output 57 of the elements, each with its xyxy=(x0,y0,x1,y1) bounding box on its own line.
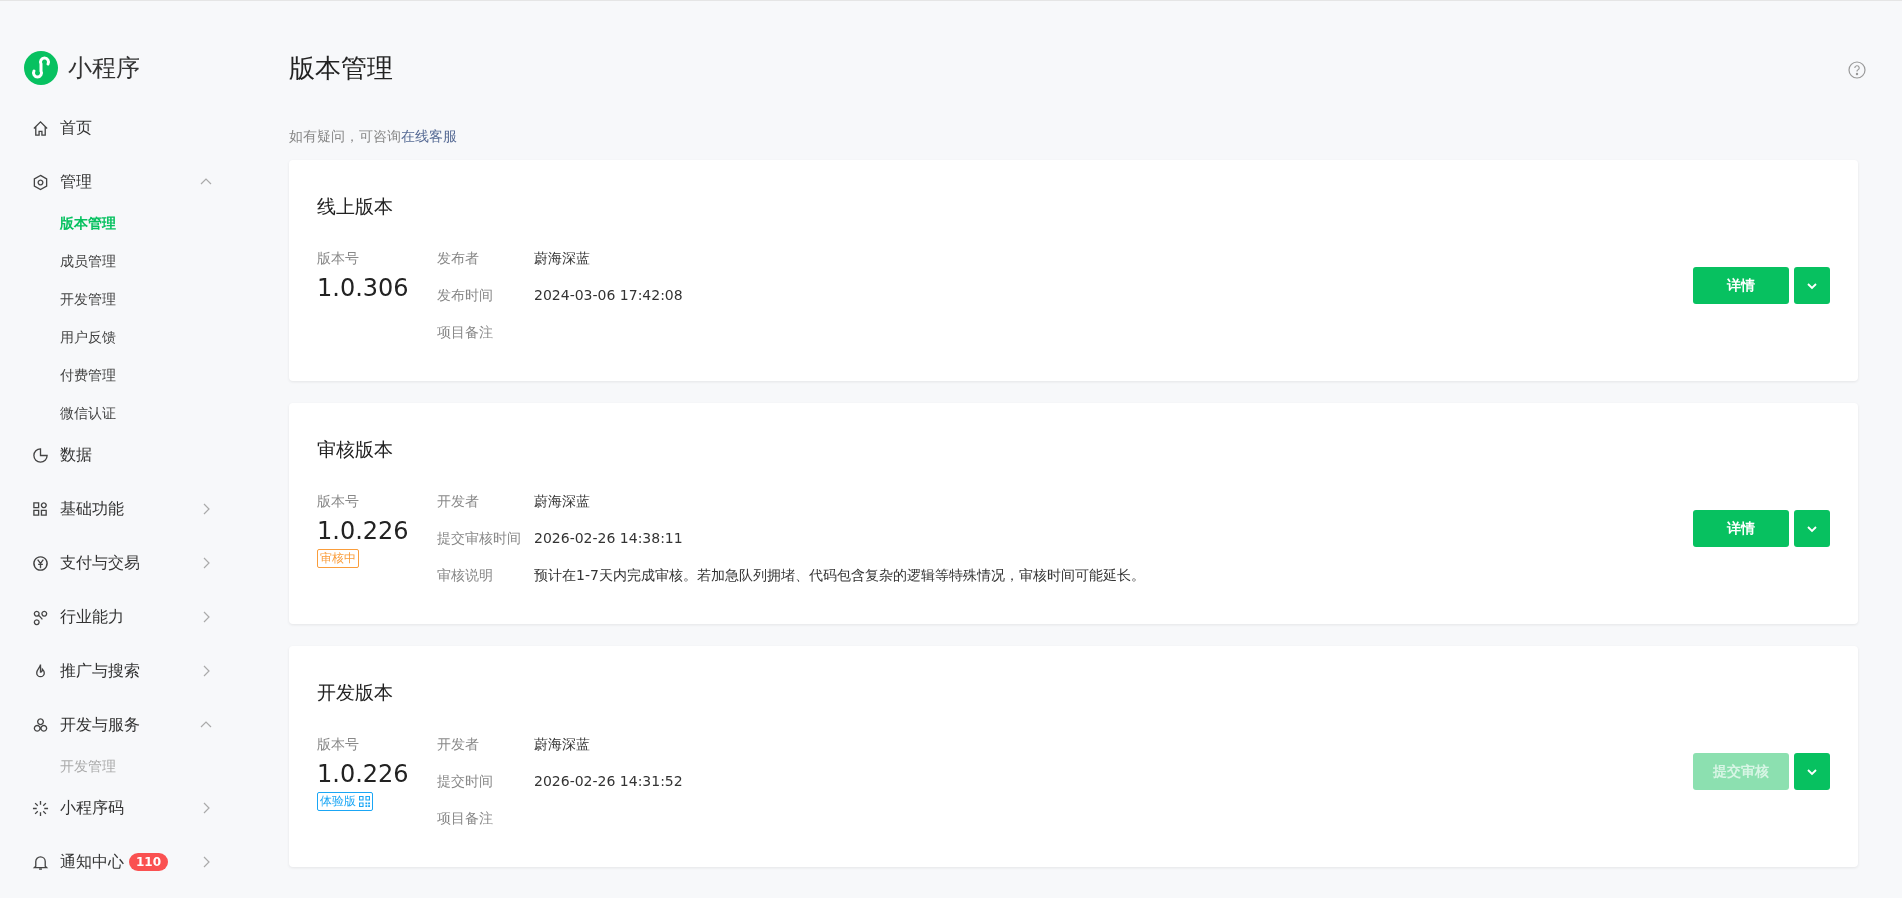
qr-code-icon xyxy=(359,796,370,807)
help-icon[interactable] xyxy=(1848,61,1866,79)
field-value: 蔚海深蓝 xyxy=(534,250,590,268)
field-value: 2024-03-06 17:42:08 xyxy=(534,287,683,305)
sidebar-item[interactable]: 首页 xyxy=(24,101,212,155)
sidebar-item[interactable]: 支付与交易 xyxy=(24,536,212,590)
sidebar-subitem[interactable]: 成员管理 xyxy=(24,242,289,280)
field-value: 2026-02-26 14:38:11 xyxy=(534,530,683,548)
nav-icon xyxy=(32,173,49,191)
card-title: 开发版本 xyxy=(317,680,394,705)
field-label: 提交时间 xyxy=(437,773,494,791)
nav-icon xyxy=(32,799,49,817)
support-link[interactable]: 在线客服 xyxy=(401,128,457,144)
hint-text: 如有疑问，可咨询 xyxy=(289,128,401,144)
sidebar-item[interactable]: 推广与搜索 xyxy=(24,644,212,698)
field-label: 审核说明 xyxy=(437,567,494,585)
logo-icon xyxy=(24,51,58,85)
version-number: 1.0.226 xyxy=(317,760,410,788)
dropdown-button[interactable] xyxy=(1794,267,1830,304)
field-label: 提交审核时间 xyxy=(437,530,522,548)
status-tag: 审核中 xyxy=(317,549,359,568)
field-label: 开发者 xyxy=(437,736,480,754)
field-value: 蔚海深蓝 xyxy=(534,736,590,754)
field-label: 版本号 xyxy=(317,736,360,754)
sidebar-subitem[interactable]: 付费管理 xyxy=(24,356,289,394)
sidebar-item[interactable]: 基础功能 xyxy=(24,482,212,536)
sidebar-item[interactable]: 行业能力 xyxy=(24,590,212,644)
field-value: 2026-02-26 14:31:52 xyxy=(534,773,683,791)
sidebar-subitem[interactable]: 用户反馈 xyxy=(24,318,289,356)
field-value: 预计在1-7天内完成审核。若加急队列拥堵、代码包含复杂的逻辑等特殊情况，审核时间可能延长。 xyxy=(534,567,1145,585)
nav-icon xyxy=(32,853,49,871)
version-number: 1.0.306 xyxy=(317,274,410,302)
card-title: 审核版本 xyxy=(317,437,394,462)
dropdown-button[interactable] xyxy=(1794,753,1830,790)
sidebar-subitem[interactable]: 开发管理 xyxy=(24,280,289,318)
nav-icon xyxy=(32,500,49,518)
field-label: 版本号 xyxy=(317,250,360,268)
nav-icon xyxy=(32,716,49,734)
field-label: 发布时间 xyxy=(437,287,494,305)
field-label: 开发者 xyxy=(437,493,480,511)
nav-icon xyxy=(32,608,49,626)
field-label: 项目备注 xyxy=(437,810,494,828)
version-number: 1.0.226 xyxy=(317,517,410,545)
status-tag: 体验版 xyxy=(317,792,373,811)
field-label: 发布者 xyxy=(437,250,480,268)
field-label: 项目备注 xyxy=(437,324,494,342)
app-name: 小程序 xyxy=(68,53,140,84)
nav-icon xyxy=(32,119,49,137)
nav-icon xyxy=(32,446,49,464)
dropdown-button[interactable] xyxy=(1794,510,1830,547)
card-title: 线上版本 xyxy=(317,194,394,219)
field-value: 蔚海深蓝 xyxy=(534,493,590,511)
field-label: 版本号 xyxy=(317,493,360,511)
page-title: 版本管理 xyxy=(289,52,393,85)
count-badge: 110 xyxy=(129,853,169,871)
sidebar-item[interactable]: 通知中心 110 xyxy=(24,835,212,889)
nav-icon xyxy=(32,554,49,572)
